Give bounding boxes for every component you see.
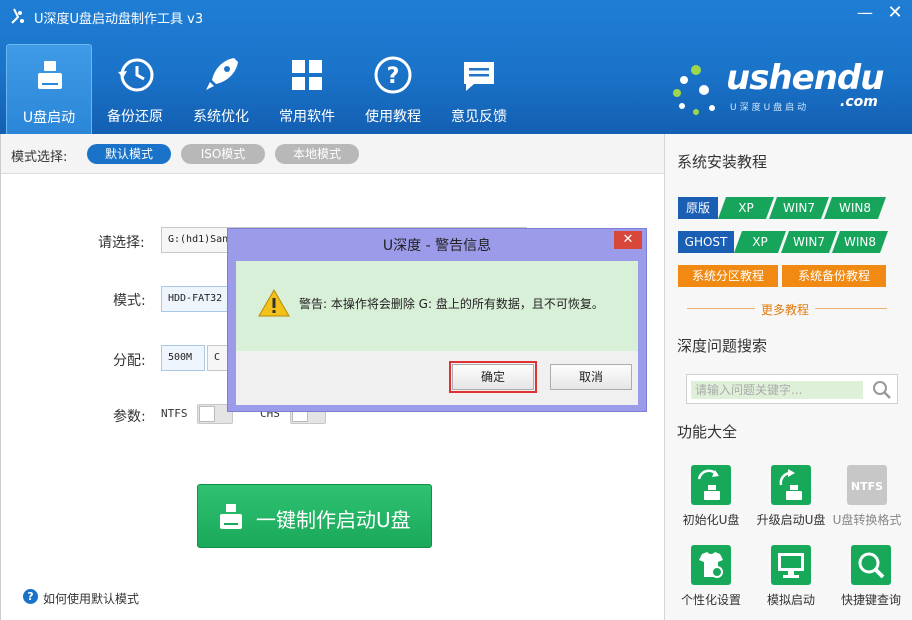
brand-name: ushendu	[726, 58, 884, 98]
nav-backup-restore[interactable]: 备份还原	[92, 44, 178, 134]
tool-label: 升级启动U盘	[756, 513, 826, 527]
tag-original-win8[interactable]: WIN8	[824, 197, 886, 219]
warning-dialog: U深度 - 警告信息 ✕ 警告: 本操作将会删除 G: 盘上的所有数据，且不可恢…	[227, 228, 647, 412]
nav-label: 系统优化	[193, 109, 249, 125]
tshirt-gear-icon	[691, 545, 731, 585]
brand-logo: ushendu .com U深度U盘启动	[668, 52, 898, 122]
dialog-footer: 确定 取消	[236, 351, 638, 405]
tag-ghost-win8[interactable]: WIN8	[832, 231, 888, 253]
tool-convert-format[interactable]: NTFS U盘转换格式	[825, 465, 909, 528]
partition-size-option[interactable]: 500M	[161, 345, 205, 371]
tag-backup-tutorial[interactable]: 系统备份教程	[782, 265, 886, 287]
minimize-button[interactable]: —	[850, 2, 880, 26]
mode-default-button[interactable]: 默认模式	[87, 144, 171, 164]
nav-common-software[interactable]: 常用软件	[264, 44, 350, 134]
mode-label: 模式:	[113, 293, 146, 309]
nav-label: U盘启动	[22, 110, 76, 126]
help-link[interactable]: 如何使用默认模式	[43, 590, 139, 607]
toggle-knob	[199, 406, 215, 422]
mode-iso-button[interactable]: ISO模式	[181, 144, 265, 164]
create-boot-usb-label: 一键制作启动U盘	[256, 508, 411, 532]
tag-ghost-win7[interactable]: WIN7	[781, 231, 837, 253]
tag-original-xp[interactable]: XP	[718, 197, 774, 219]
search-title: 深度问题搜索	[677, 337, 768, 355]
upgrade-usb-icon	[771, 465, 811, 505]
tool-label: 个性化设置	[680, 593, 741, 607]
sidebar: 系统安装教程 原版 XP WIN7 WIN8 GHOST XP WIN7 WIN…	[664, 134, 912, 620]
tool-init-usb[interactable]: 初始化U盘	[669, 465, 753, 528]
search-box[interactable]: 请输入问题关键字...	[686, 374, 898, 404]
tool-label: U盘转换格式	[832, 513, 902, 527]
tool-label: 模拟启动	[766, 593, 815, 607]
tag-original[interactable]: 原版	[678, 197, 718, 219]
brand-swirl-icon	[673, 65, 715, 115]
ntfs-format-icon: NTFS	[847, 465, 887, 505]
search-input[interactable]: 请输入问题关键字...	[691, 381, 863, 399]
app-logo-icon	[11, 8, 24, 24]
warning-icon	[258, 289, 290, 317]
mode-local-button[interactable]: 本地模式	[275, 144, 359, 164]
usb-drive-icon	[38, 61, 62, 89]
svg-text:NTFS: NTFS	[851, 480, 883, 493]
ntfs-param-label: NTFS	[161, 407, 188, 420]
refresh-usb-icon	[691, 465, 731, 505]
dialog-title: U深度 - 警告信息	[382, 238, 492, 254]
dialog-message: 警告: 本操作将会删除 G: 盘上的所有数据，且不可恢复。	[299, 297, 604, 311]
tool-upgrade-usb[interactable]: 升级启动U盘	[749, 465, 833, 528]
confirm-button[interactable]: 确定	[449, 361, 537, 393]
cancel-button[interactable]: 取消	[550, 364, 632, 390]
create-boot-usb-button[interactable]: 一键制作启动U盘	[197, 484, 432, 548]
tag-ghost-xp[interactable]: XP	[734, 231, 786, 253]
tool-label: 快捷键查询	[840, 593, 901, 607]
nav-feedback[interactable]: 意见反馈	[436, 44, 522, 134]
partition-label: 分配:	[113, 353, 146, 369]
chat-bubble-icon	[464, 62, 494, 91]
tag-ghost[interactable]: GHOST	[678, 231, 734, 253]
tool-personalize[interactable]: 个性化设置	[669, 545, 753, 608]
nav-label: 使用教程	[365, 109, 421, 125]
divider-line	[815, 308, 887, 309]
brand-domain: .com	[840, 94, 878, 110]
install-tutorial-title: 系统安装教程	[677, 153, 768, 171]
svg-text:?: ?	[387, 64, 400, 89]
window-title: U深度U盘启动盘制作工具 v3	[34, 12, 204, 27]
search-icon[interactable]	[871, 379, 893, 401]
magnifier-icon	[851, 545, 891, 585]
tools-title: 功能大全	[677, 423, 738, 441]
clock-restore-icon	[118, 58, 154, 92]
params-label: 参数:	[113, 409, 146, 425]
nav-label: 常用软件	[279, 109, 335, 125]
divider-line	[687, 308, 755, 309]
question-icon: ?	[374, 56, 412, 94]
top-toolbar: U深度U盘启动盘制作工具 v3 — ✕ U盘启动 备份还原 系统优化 常用软件 …	[0, 0, 912, 134]
tool-hotkey-lookup[interactable]: 快捷键查询	[829, 545, 912, 608]
rocket-icon	[206, 58, 238, 90]
brand-slogan: U深度U盘启动	[730, 103, 810, 113]
nav-tutorial[interactable]: ? 使用教程	[350, 44, 436, 134]
more-tutorials-link[interactable]: 更多教程	[761, 301, 809, 318]
nav-label: 意见反馈	[451, 109, 507, 125]
monitor-icon	[771, 545, 811, 585]
tag-original-win7[interactable]: WIN7	[769, 197, 829, 219]
title-bar: U深度U盘启动盘制作工具 v3 — ✕	[0, 0, 912, 34]
dialog-body: 警告: 本操作将会删除 G: 盘上的所有数据，且不可恢复。	[236, 261, 638, 351]
mode-bar: 模式选择: 默认模式 ISO模式 本地模式	[1, 134, 665, 174]
nav-system-optimize[interactable]: 系统优化	[178, 44, 264, 134]
mode-select-label: 模式选择:	[11, 150, 68, 165]
close-window-button[interactable]: ✕	[880, 2, 910, 26]
tool-simulate-boot[interactable]: 模拟启动	[749, 545, 833, 608]
dialog-close-button[interactable]: ✕	[614, 231, 642, 249]
usb-drive-icon	[220, 504, 242, 529]
tag-partition-tutorial[interactable]: 系统分区教程	[678, 265, 778, 287]
main-nav: U盘启动 备份还原 系统优化 常用软件 ? 使用教程 意见反馈	[6, 44, 522, 134]
tool-label: 初始化U盘	[682, 513, 740, 527]
nav-label: 备份还原	[107, 109, 163, 125]
nav-usb-boot[interactable]: U盘启动	[6, 44, 92, 134]
help-circle-icon: ?	[23, 589, 38, 604]
select-disk-label: 请选择:	[98, 235, 145, 251]
grid-apps-icon	[292, 60, 322, 90]
